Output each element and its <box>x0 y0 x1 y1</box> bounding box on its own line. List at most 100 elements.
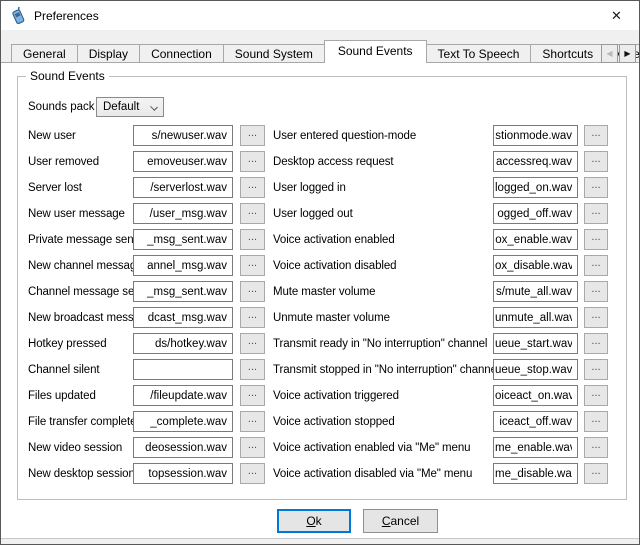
browse-button-transmit-stopped-in-no-interruption-channel[interactable]: ... <box>584 359 608 380</box>
event-label-channel-silent: Channel silent <box>28 364 133 376</box>
sound-file-input-voice-activation-disabled-via-me-menu[interactable] <box>493 463 578 484</box>
sound-file-input-channel-silent[interactable] <box>133 359 233 380</box>
event-label-new-channel-message: New channel message <box>28 260 133 272</box>
tab-sound-system[interactable]: Sound System <box>223 44 325 63</box>
ok-button[interactable]: Ok <box>277 509 351 533</box>
event-label-transmit-ready-in-no-interruption-channel: Transmit ready in "No interruption" chan… <box>273 338 493 350</box>
sound-file-input-private-message-sent[interactable] <box>133 229 233 250</box>
browse-button-new-channel-message[interactable]: ... <box>240 255 265 276</box>
sound-event-row: New user...User entered question-mode... <box>28 125 608 146</box>
browse-button-files-updated[interactable]: ... <box>240 385 265 406</box>
sound-event-row: File transfer complete...Voice activatio… <box>28 411 608 432</box>
sound-file-input-transmit-stopped-in-no-interruption-channel[interactable] <box>493 359 578 380</box>
event-label-new-user-message: New user message <box>28 208 133 220</box>
sound-events-rows: New user...User entered question-mode...… <box>28 125 608 489</box>
browse-button-new-user[interactable]: ... <box>240 125 265 146</box>
browse-button-user-entered-question-mode[interactable]: ... <box>584 125 608 146</box>
browse-button-user-logged-out[interactable]: ... <box>584 203 608 224</box>
browse-button-user-removed[interactable]: ... <box>240 151 265 172</box>
sound-events-page: Sound Events Sounds pack Default New use… <box>1 63 639 538</box>
cancel-button[interactable]: Cancel <box>363 509 438 533</box>
sound-file-input-mute-master-volume[interactable] <box>493 281 578 302</box>
sound-file-input-server-lost[interactable] <box>133 177 233 198</box>
sound-file-input-new-user-message[interactable] <box>133 203 233 224</box>
sound-file-input-voice-activation-enabled-via-me-menu[interactable] <box>493 437 578 458</box>
browse-button-channel-silent[interactable]: ... <box>240 359 265 380</box>
sound-file-input-voice-activation-stopped[interactable] <box>493 411 578 432</box>
sound-file-input-new-video-session[interactable] <box>133 437 233 458</box>
sounds-pack-row: Sounds pack Default <box>28 97 164 117</box>
browse-button-unmute-master-volume[interactable]: ... <box>584 307 608 328</box>
sound-file-input-user-removed[interactable] <box>133 151 233 172</box>
browse-button-server-lost[interactable]: ... <box>240 177 265 198</box>
sound-file-input-voice-activation-disabled[interactable] <box>493 255 578 276</box>
sound-file-input-new-user[interactable] <box>133 125 233 146</box>
event-label-voice-activation-stopped: Voice activation stopped <box>273 416 493 428</box>
browse-button-transmit-ready-in-no-interruption-channel[interactable]: ... <box>584 333 608 354</box>
browse-button-private-message-sent[interactable]: ... <box>240 229 265 250</box>
event-label-user-logged-out: User logged out <box>273 208 493 220</box>
event-label-channel-message-sent: Channel message sent <box>28 286 133 298</box>
groupbox-title: Sound Events <box>26 69 109 83</box>
tab-strip: GeneralDisplayConnectionSound SystemSoun… <box>1 30 639 63</box>
sound-file-input-new-desktop-session[interactable] <box>133 463 233 484</box>
browse-button-new-user-message[interactable]: ... <box>240 203 265 224</box>
sound-file-input-file-transfer-complete[interactable] <box>133 411 233 432</box>
sound-file-input-user-entered-question-mode[interactable] <box>493 125 578 146</box>
tab-shortcuts[interactable]: Shortcuts <box>530 44 605 63</box>
sound-event-row: New desktop session...Voice activation d… <box>28 463 608 484</box>
browse-button-voice-activation-stopped[interactable]: ... <box>584 411 608 432</box>
browse-button-channel-message-sent[interactable]: ... <box>240 281 265 302</box>
sound-file-input-desktop-access-request[interactable] <box>493 151 578 172</box>
browse-button-new-broadcast-message[interactable]: ... <box>240 307 265 328</box>
browse-button-new-desktop-session[interactable]: ... <box>240 463 265 484</box>
browse-button-voice-activation-enabled-via-me-menu[interactable]: ... <box>584 437 608 458</box>
sound-file-input-new-channel-message[interactable] <box>133 255 233 276</box>
browse-button-desktop-access-request[interactable]: ... <box>584 151 608 172</box>
browse-button-file-transfer-complete[interactable]: ... <box>240 411 265 432</box>
event-label-new-broadcast-message: New broadcast message <box>28 312 133 324</box>
tab-connection[interactable]: Connection <box>139 44 224 63</box>
browse-button-user-logged-in[interactable]: ... <box>584 177 608 198</box>
tab-display[interactable]: Display <box>77 44 140 63</box>
chevron-down-icon <box>150 103 158 111</box>
sound-file-input-voice-activation-enabled[interactable] <box>493 229 578 250</box>
browse-button-voice-activation-triggered[interactable]: ... <box>584 385 608 406</box>
sound-file-input-hotkey-pressed[interactable] <box>133 333 233 354</box>
browse-button-new-video-session[interactable]: ... <box>240 437 265 458</box>
sound-event-row: New broadcast message...Unmute master vo… <box>28 307 608 328</box>
event-label-voice-activation-triggered: Voice activation triggered <box>273 390 493 402</box>
sound-file-input-user-logged-in[interactable] <box>493 177 578 198</box>
tab-general[interactable]: General <box>11 44 78 63</box>
arrow-right-icon: ▶ <box>624 49 630 58</box>
sound-file-input-transmit-ready-in-no-interruption-channel[interactable] <box>493 333 578 354</box>
browse-button-hotkey-pressed[interactable]: ... <box>240 333 265 354</box>
tab-sound-events[interactable]: Sound Events <box>324 40 427 63</box>
close-button[interactable]: ✕ <box>594 1 639 30</box>
tab-text-to-speech[interactable]: Text To Speech <box>426 44 532 63</box>
sound-event-row: Private message sent...Voice activation … <box>28 229 608 250</box>
sound-file-input-channel-message-sent[interactable] <box>133 281 233 302</box>
sound-event-row: Channel silent...Transmit stopped in "No… <box>28 359 608 380</box>
sound-file-input-new-broadcast-message[interactable] <box>133 307 233 328</box>
sound-file-input-unmute-master-volume[interactable] <box>493 307 578 328</box>
browse-button-mute-master-volume[interactable]: ... <box>584 281 608 302</box>
browse-button-voice-activation-disabled[interactable]: ... <box>584 255 608 276</box>
event-label-desktop-access-request: Desktop access request <box>273 156 493 168</box>
event-label-user-removed: User removed <box>28 156 133 168</box>
tab-scroll-right-button[interactable]: ▶ <box>619 44 636 63</box>
window-bottom-edge <box>1 538 639 544</box>
sounds-pack-select[interactable]: Default <box>96 97 164 117</box>
sound-file-input-user-logged-out[interactable] <box>493 203 578 224</box>
browse-button-voice-activation-enabled[interactable]: ... <box>584 229 608 250</box>
sound-file-input-voice-activation-triggered[interactable] <box>493 385 578 406</box>
tab-bar: GeneralDisplayConnectionSound SystemSoun… <box>11 40 639 63</box>
close-icon: ✕ <box>611 8 622 24</box>
tab-scroll-left-button[interactable]: ◀ <box>601 44 618 63</box>
event-label-voice-activation-disabled: Voice activation disabled <box>273 260 493 272</box>
sounds-pack-value: Default <box>103 101 139 113</box>
browse-button-voice-activation-disabled-via-me-menu[interactable]: ... <box>584 463 608 484</box>
dialog-buttons: Ok Cancel <box>1 509 639 533</box>
sound-file-input-files-updated[interactable] <box>133 385 233 406</box>
sound-event-row: New user message... User logged out... <box>28 203 608 224</box>
